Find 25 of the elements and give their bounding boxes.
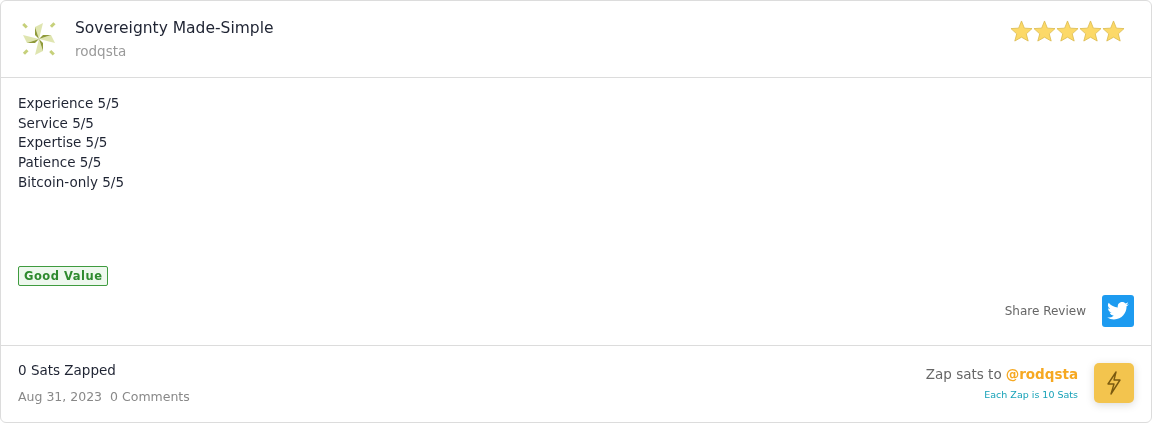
- rating-line: Patience 5/5: [18, 153, 103, 173]
- twitter-share-button[interactable]: [1102, 295, 1134, 327]
- filled-star-icon: [1056, 20, 1079, 42]
- zap-label: Zap sats to: [925, 364, 1002, 384]
- rating-line: Bitcoin-only 5/5: [18, 172, 125, 192]
- rating-line: Service 5/5: [18, 113, 95, 133]
- handle-link[interactable]: @rodqsta: [1005, 363, 1078, 384]
- zap-button[interactable]: [1094, 363, 1134, 403]
- bird-icon: [1107, 302, 1129, 320]
- sats-zapped-count: 0 Sats Zapped: [18, 360, 117, 380]
- filled-star-icon: [1102, 20, 1125, 42]
- filled-star-icon: [1033, 20, 1056, 42]
- filled-star-icon: [1079, 20, 1102, 42]
- author-name: rodqsta: [75, 41, 128, 61]
- share-label: Share Review: [1004, 303, 1086, 320]
- tag-label: Good Value: [18, 266, 109, 286]
- zap-note: Each Zap is 10 Sats: [984, 388, 1078, 402]
- lightning-icon: [1105, 371, 1123, 395]
- comments-link[interactable]: Comments: [122, 387, 190, 407]
- comments-count: 0: [110, 387, 118, 406]
- filled-star-icon: [1010, 20, 1033, 42]
- rating-line: Experience 5/5: [18, 94, 121, 113]
- review-date: Aug 31, 2023: [18, 387, 103, 406]
- rating-line: Expertise 5/5: [18, 133, 109, 153]
- review-title: Sovereignty Made-Simple: [75, 18, 274, 40]
